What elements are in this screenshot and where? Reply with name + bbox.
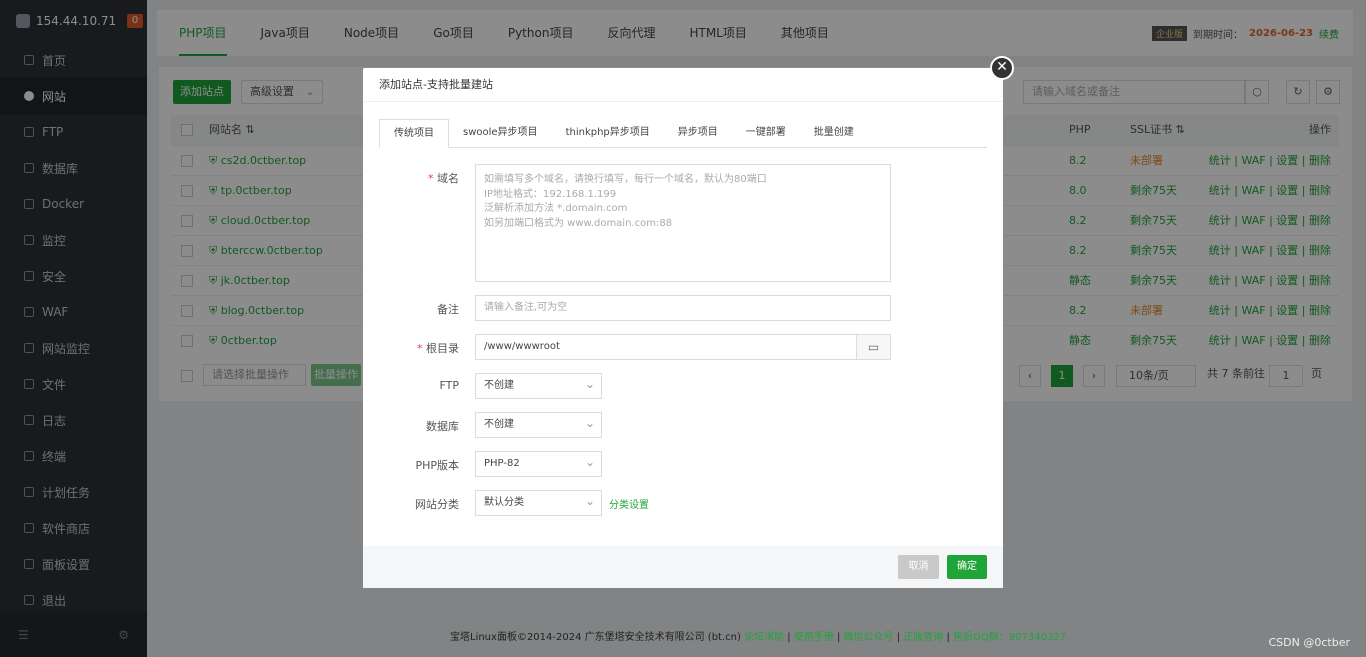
close-icon[interactable]: ✕: [990, 56, 1014, 80]
confirm-button[interactable]: 确定: [947, 555, 987, 579]
root-dir-input[interactable]: /www/wwwroot: [475, 334, 857, 360]
category-select[interactable]: 默认分类: [475, 489, 602, 516]
php-version-select[interactable]: PHP-82: [475, 450, 602, 477]
watermark: CSDN @0ctber: [1268, 636, 1351, 649]
dialog-tab-5[interactable]: 批量创建: [800, 119, 868, 148]
dialog-tab-4[interactable]: 一键部署: [732, 119, 800, 148]
footer-link-wechat[interactable]: 微信公众号: [844, 632, 894, 643]
dialog-tab-3[interactable]: 异步项目: [664, 119, 732, 148]
dialog-tabs: 传统项目 swoole异步项目 thinkphp异步项目 异步项目 一键部署 批量创建: [379, 119, 987, 148]
copyright: 宝塔Linux面板©2014-2024 广东堡塔安全技术有限公司 (bt.cn): [450, 632, 741, 643]
footer-link-verify[interactable]: 正版查询: [903, 632, 943, 643]
add-site-dialog: 添加站点-支持批量建站 传统项目 swoole异步项目 thinkphp异步项目 异步…: [363, 68, 1003, 588]
dialog-tab-0[interactable]: 传统项目: [379, 119, 449, 148]
database-select[interactable]: 不创建: [475, 411, 602, 438]
footer-link-manual[interactable]: 使用手册: [794, 632, 834, 643]
php-label: PHP版本: [415, 459, 459, 472]
root-label-text: 根目录: [426, 342, 459, 355]
ftp-label: FTP: [439, 379, 460, 392]
domain-placeholder-line: 如另加端口格式为 www.domain.com:88: [484, 217, 673, 229]
note-input[interactable]: 请输入备注,可为空: [475, 295, 891, 321]
dialog-tab-1[interactable]: swoole异步项目: [449, 119, 552, 148]
dialog-title: 添加站点-支持批量建站: [363, 68, 1003, 102]
domain-textarea[interactable]: 如需填写多个域名，请换行填写，每行一个域名，默认为80端口 IP地址格式：192.…: [475, 164, 891, 282]
note-label: 备注: [437, 303, 459, 316]
domain-placeholder-line: 泛解析添加方法 *.domain.com: [484, 203, 628, 214]
domain-label-text: 域名: [437, 172, 459, 185]
dialog-footer: 取消 确定: [363, 546, 1003, 588]
root-label: * 根目录: [417, 342, 459, 355]
category-settings-link[interactable]: 分类设置: [609, 496, 649, 511]
domain-label: * 域名: [428, 172, 459, 185]
dialog-tab-2[interactable]: thinkphp异步项目: [552, 119, 664, 148]
category-label: 网站分类: [415, 498, 459, 511]
footer-link-forum[interactable]: 论坛求助: [744, 632, 784, 643]
page-footer: 宝塔Linux面板©2014-2024 广东堡塔安全技术有限公司 (bt.cn)…: [450, 632, 1067, 643]
ftp-select[interactable]: 不创建: [475, 372, 602, 399]
db-label: 数据库: [426, 420, 459, 433]
cancel-button[interactable]: 取消: [898, 555, 939, 579]
footer-qq: 售后QQ群：907340327: [953, 632, 1067, 643]
folder-icon[interactable]: ▭: [856, 334, 891, 360]
domain-placeholder-line: IP地址格式：192.168.1.199: [484, 188, 617, 200]
domain-placeholder-line: 如需填写多个域名，请换行填写，每行一个域名，默认为80端口: [484, 174, 767, 185]
